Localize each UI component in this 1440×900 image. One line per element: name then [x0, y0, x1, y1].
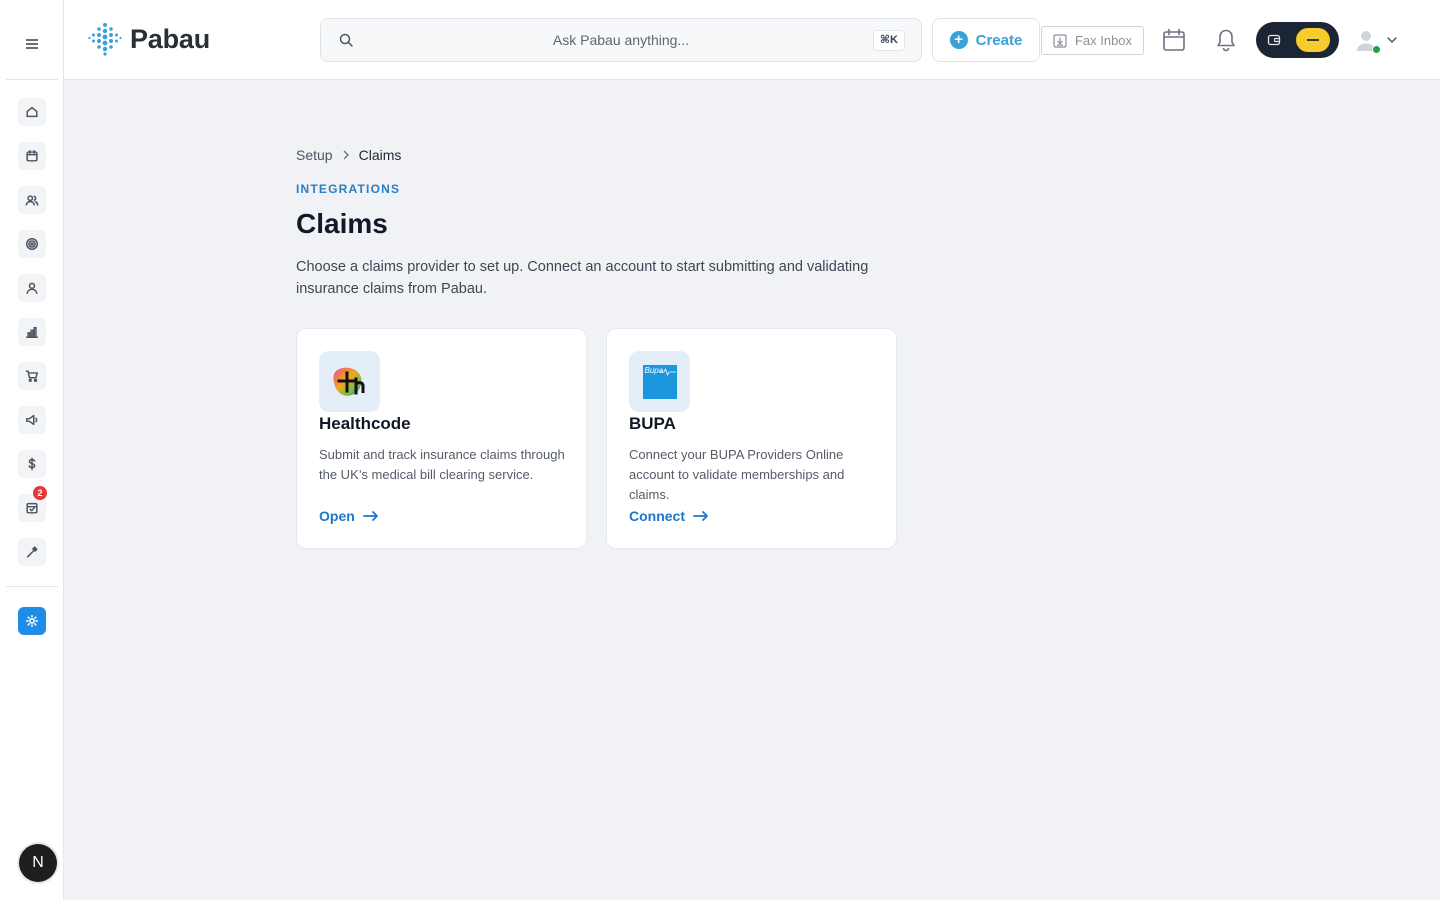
- bupa-connect-link[interactable]: Connect: [629, 508, 709, 524]
- sidebar-item-calendar[interactable]: [18, 142, 46, 170]
- fax-download-icon: [1053, 33, 1067, 48]
- wallet-icon: [1267, 34, 1281, 46]
- provider-card-healthcode: Healthcode Submit and track insurance cl…: [296, 328, 587, 549]
- sidebar-item-marketing[interactable]: [18, 406, 46, 434]
- megaphone-icon: [26, 414, 38, 426]
- breadcrumb: Setup Claims: [296, 147, 401, 163]
- cart-icon: [25, 370, 38, 382]
- fax-inbox-button[interactable]: Fax Inbox: [1041, 26, 1144, 55]
- sidebar-divider: [6, 586, 58, 587]
- sidebar-item-reports[interactable]: [18, 318, 46, 346]
- sidebar-item-leads[interactable]: [18, 230, 46, 258]
- brand-name: Pabau: [130, 23, 211, 54]
- calendar-icon: [26, 150, 38, 162]
- hamburger-icon: [26, 39, 38, 49]
- page-title: Claims: [296, 208, 388, 239]
- chevron-down-icon[interactable]: [1386, 34, 1398, 46]
- sidebar-item-tools[interactable]: [18, 538, 46, 566]
- sidebar-item-finance[interactable]: [18, 450, 46, 478]
- calendar-icon[interactable]: [1162, 28, 1186, 52]
- bell-icon[interactable]: [1215, 28, 1237, 52]
- provider-name: BUPA: [629, 414, 676, 433]
- bupa-logo-square: Bupa: [642, 364, 677, 399]
- action-label: Connect: [629, 508, 685, 524]
- healthcode-open-link[interactable]: Open: [319, 508, 379, 524]
- bupa-logo: Bupa: [629, 351, 690, 412]
- sidebar-item-home[interactable]: [18, 98, 46, 126]
- provider-name: Healthcode: [319, 414, 411, 433]
- provider-card-bupa: Bupa BUPA Connect your BUPA Providers On…: [606, 328, 897, 549]
- top-header: Pabau Ask Pabau anything... ⌘K + Create …: [64, 0, 1440, 80]
- user-profile-button[interactable]: N: [19, 844, 57, 882]
- create-label: Create: [975, 31, 1023, 49]
- page-description: Choose a claims provider to set up. Conn…: [296, 259, 869, 297]
- online-status-dot: [1372, 45, 1381, 54]
- provider-description: Submit and track insurance claims throug…: [319, 447, 565, 482]
- fax-inbox-label: Fax Inbox: [1074, 33, 1133, 48]
- provider-description: Connect your BUPA Providers Online accou…: [629, 447, 845, 502]
- breadcrumb-current: Claims: [358, 147, 402, 163]
- toggle-knob: [1296, 28, 1330, 52]
- sidebar-item-clients[interactable]: [18, 274, 46, 302]
- pabau-logo[interactable]: Pabau: [88, 22, 210, 56]
- sidebar-item-contacts[interactable]: [18, 186, 46, 214]
- sidebar-item-settings[interactable]: [18, 607, 46, 635]
- dollar-icon: [28, 457, 36, 471]
- home-icon: [26, 106, 38, 118]
- search-placeholder: Ask Pabau anything...: [552, 32, 690, 48]
- user-icon: [26, 282, 38, 294]
- inbox-badge: 2: [33, 486, 47, 500]
- reports-icon: [26, 326, 38, 338]
- section-eyebrow: INTEGRATIONS: [296, 182, 401, 196]
- healthcode-logo-icon: [332, 367, 364, 396]
- pabau-logo-icon: [88, 23, 122, 56]
- contacts-icon: [25, 195, 39, 206]
- sun-icon: [25, 614, 39, 628]
- chevron-right-icon: [343, 150, 349, 160]
- sidebar: 2 N: [0, 0, 64, 900]
- sidebar-item-inbox[interactable]: 2: [18, 486, 47, 522]
- global-search-input[interactable]: Ask Pabau anything... ⌘K: [320, 18, 922, 62]
- arrow-right-icon: [362, 511, 378, 521]
- create-button[interactable]: + Create: [932, 18, 1040, 62]
- action-label: Open: [319, 508, 355, 524]
- sidebar-item-shop[interactable]: [18, 362, 46, 390]
- menu-toggle-button[interactable]: [20, 32, 44, 56]
- inbox-icon: [26, 502, 38, 514]
- healthcode-logo: [319, 351, 380, 412]
- target-icon: [26, 238, 38, 250]
- heartbeat-icon: [659, 367, 676, 376]
- arrow-right-icon: [693, 511, 708, 521]
- sidebar-divider: [6, 79, 58, 80]
- breadcrumb-setup[interactable]: Setup: [296, 147, 333, 163]
- tools-icon: [26, 546, 38, 558]
- search-shortcut-hint: ⌘K: [872, 30, 905, 51]
- plus-circle-icon: +: [949, 31, 968, 49]
- wallet-toggle[interactable]: [1256, 22, 1339, 58]
